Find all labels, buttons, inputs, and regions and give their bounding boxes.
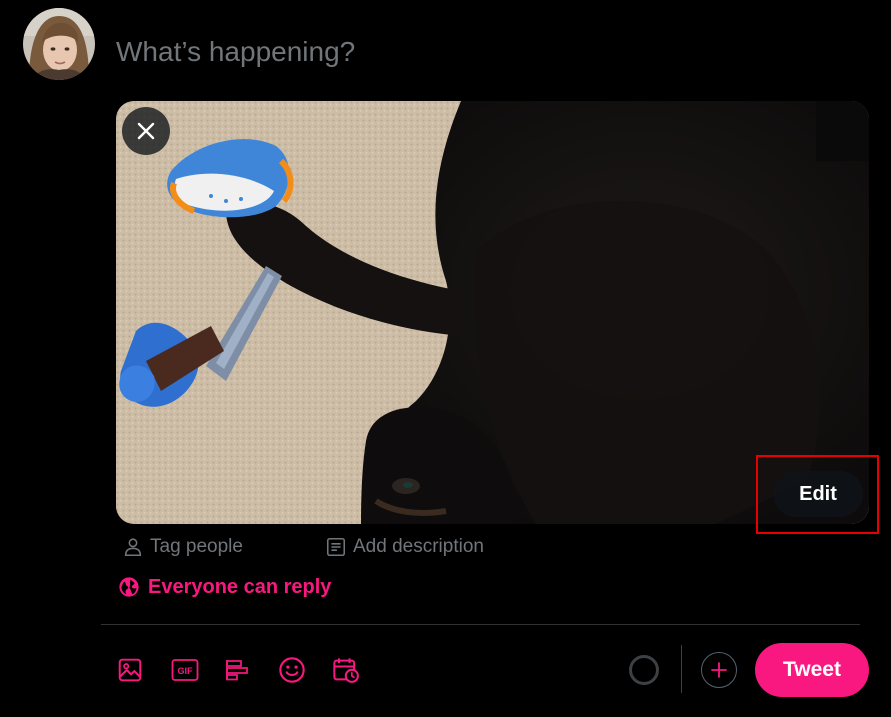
person-icon <box>122 536 144 558</box>
poll-icon <box>226 660 248 681</box>
edit-media-button[interactable]: Edit <box>773 471 863 517</box>
plus-icon <box>711 662 727 678</box>
tag-people-label: Tag people <box>150 536 243 557</box>
character-count-ring <box>629 655 659 685</box>
attached-image: Edit <box>116 101 869 524</box>
add-gif-button[interactable]: GIF <box>169 654 201 686</box>
description-icon <box>325 536 347 558</box>
add-media-button[interactable] <box>114 654 146 686</box>
reply-setting-label: Everyone can reply <box>148 575 332 598</box>
add-description-button[interactable]: Add description <box>325 534 484 560</box>
compose-input[interactable] <box>116 30 816 74</box>
remove-media-button[interactable] <box>122 107 170 155</box>
emoji-icon <box>279 657 305 683</box>
add-tweet-button[interactable] <box>701 652 737 688</box>
avatar[interactable] <box>23 8 95 80</box>
avatar-image <box>23 8 95 80</box>
svg-text:GIF: GIF <box>178 666 194 676</box>
tag-people-button[interactable]: Tag people <box>122 534 243 560</box>
cat-photo <box>116 101 869 524</box>
gif-icon: GIF <box>171 659 199 681</box>
close-icon <box>137 122 155 140</box>
schedule-button[interactable] <box>330 654 362 686</box>
globe-icon <box>118 576 140 598</box>
toolbar-separator <box>681 645 682 693</box>
reply-setting-button[interactable]: Everyone can reply <box>118 574 331 600</box>
media-icon <box>118 658 142 682</box>
add-poll-button[interactable] <box>222 654 254 686</box>
edit-media-label: Edit <box>799 482 837 505</box>
schedule-icon <box>333 658 359 683</box>
tweet-composer: Edit Tag people Add description <box>0 0 891 717</box>
toolbar-divider <box>101 624 860 625</box>
tweet-button[interactable]: Tweet <box>755 643 869 697</box>
add-emoji-button[interactable] <box>276 654 308 686</box>
add-description-label: Add description <box>353 536 484 557</box>
